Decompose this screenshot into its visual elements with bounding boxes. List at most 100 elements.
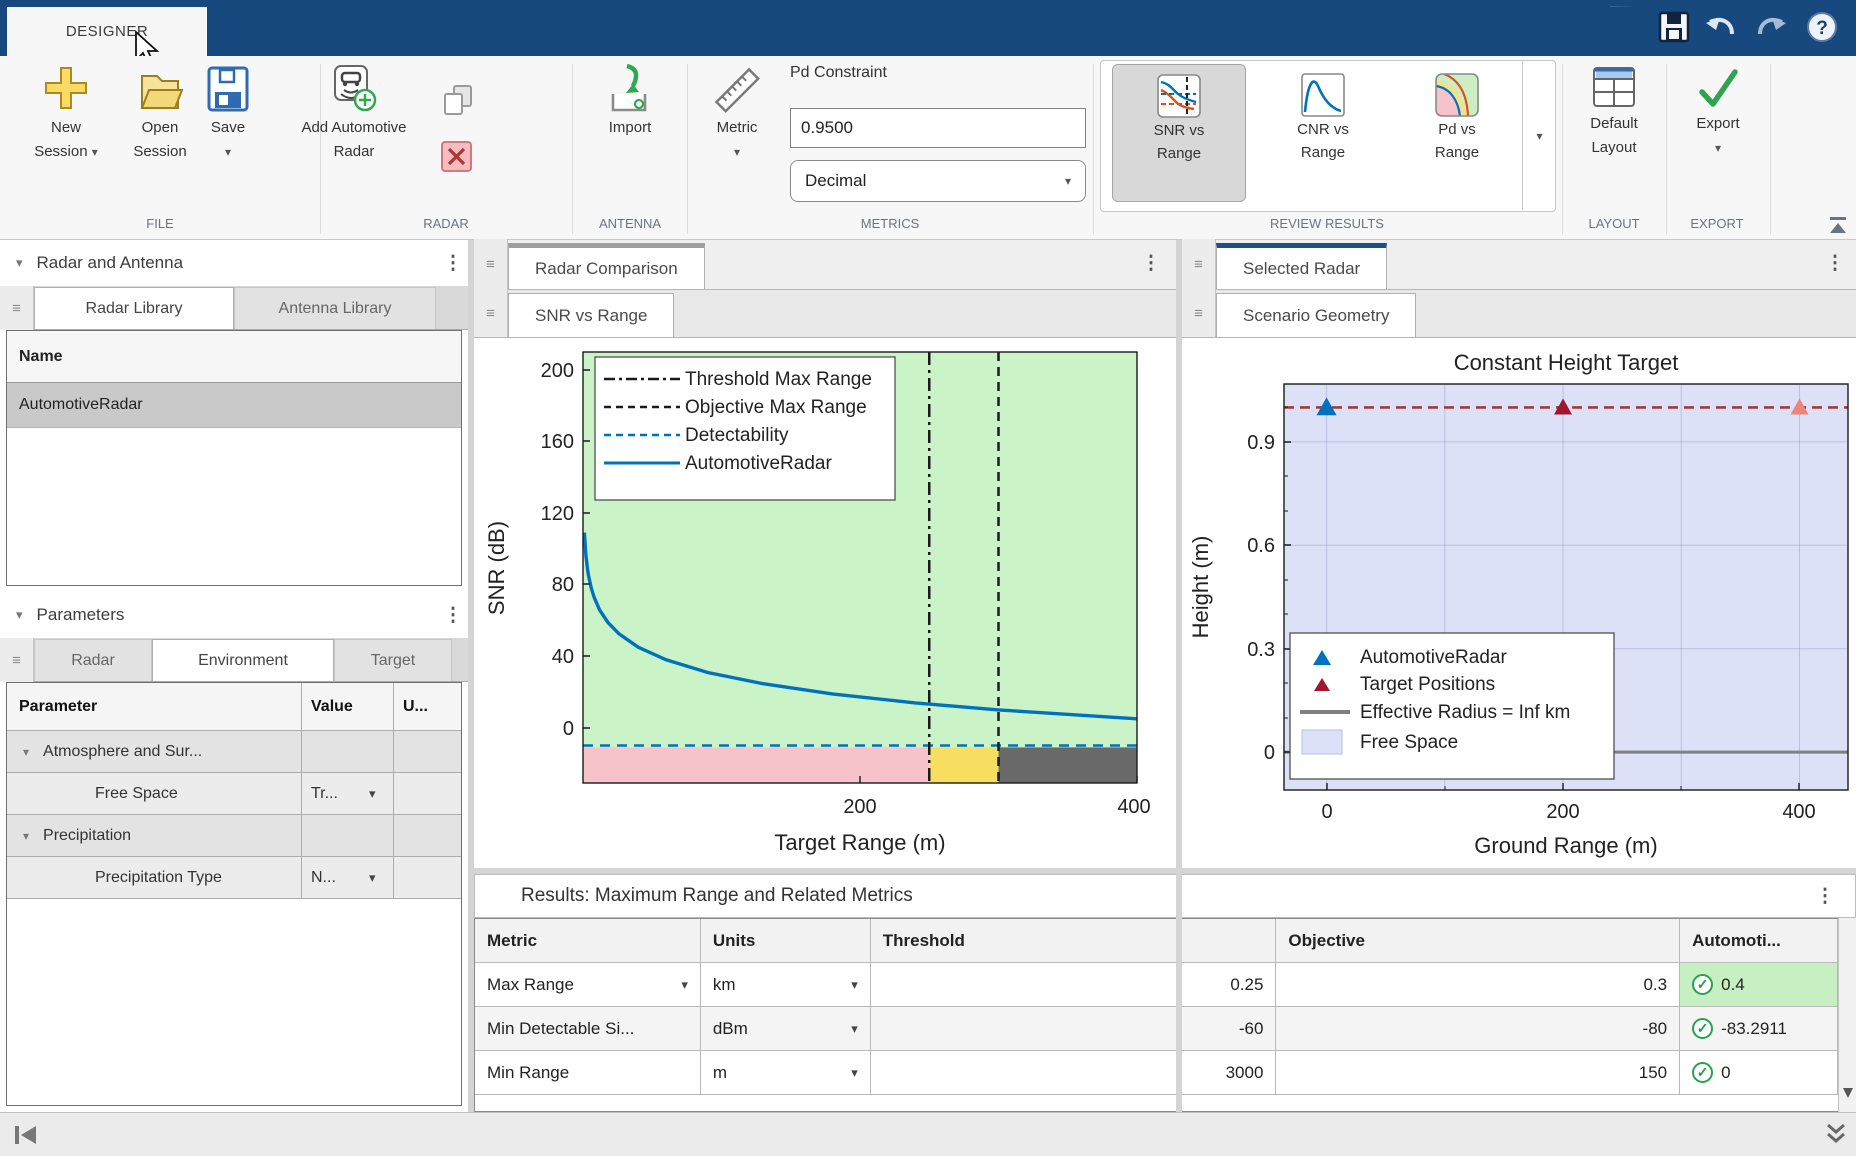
drag-grip-icon[interactable]: ≡	[474, 239, 508, 289]
results-row-max-range[interactable]: Max Range▾km▾0.250.3✓0.4	[475, 963, 1838, 1007]
ytick: 0.3	[1247, 639, 1275, 661]
tab-environment[interactable]: Environment	[152, 639, 334, 681]
quick-save-icon[interactable]	[1660, 13, 1688, 41]
drag-grip-icon[interactable]: ≡	[474, 289, 508, 337]
threshold-cell[interactable]: 3000	[871, 1051, 1277, 1094]
horizontal-splitter[interactable]	[474, 868, 1856, 874]
metric-ruler-icon	[712, 64, 762, 116]
collapse-panel-icon[interactable]	[1822, 1119, 1850, 1149]
collapse-ribbon-icon[interactable]	[1826, 214, 1850, 236]
pd-vs-range-button[interactable]: Pd vs Range	[1396, 64, 1518, 202]
metric-button[interactable]: Metric ▾	[697, 64, 777, 164]
cell-dropdown-icon[interactable]: ▾	[851, 1065, 858, 1081]
snr-vs-range-chart[interactable]: 0 40 80 120 160 200 200 400 SNR (dB) Tar…	[474, 338, 1176, 868]
cnr-vs-range-button[interactable]: CNR vs Range	[1256, 64, 1390, 202]
radar-antenna-menu-icon[interactable]: ⋮	[438, 252, 468, 275]
tab-target[interactable]: Target	[334, 639, 452, 681]
drag-grip-icon[interactable]: ≡	[1182, 289, 1216, 337]
drag-grip-icon[interactable]: ≡	[0, 286, 34, 330]
default-layout-label2: Layout	[1591, 139, 1636, 156]
precipitation-type-dropdown-icon[interactable]: ▾	[369, 870, 376, 886]
export-dropdown-icon[interactable]: ▾	[1715, 141, 1721, 155]
scroll-down-icon[interactable]	[1841, 1078, 1855, 1108]
save-button[interactable]: Save ▾	[196, 64, 260, 164]
param-row-precipitation[interactable]: ▾ Precipitation	[7, 815, 461, 857]
param-row-atmosphere[interactable]: ▾ Atmosphere and Sur...	[7, 731, 461, 773]
panel-menu-icon[interactable]: ⋮	[1820, 252, 1850, 275]
metric-cell[interactable]: Min Range	[475, 1051, 701, 1094]
cell-dropdown-icon[interactable]: ▾	[851, 1021, 858, 1037]
param-row-precipitation-type[interactable]: Precipitation Type N... ▾	[7, 857, 461, 899]
geometry-xlabel: Ground Range (m)	[1474, 833, 1657, 858]
tab-scenario-geometry[interactable]: Scenario Geometry	[1216, 293, 1416, 337]
undo-icon[interactable]	[1706, 18, 1732, 34]
import-button[interactable]: Import	[582, 64, 678, 140]
objective-cell[interactable]: -80	[1276, 1007, 1680, 1050]
format-select[interactable]: Decimal ▾	[790, 160, 1086, 202]
new-session-dropdown-icon[interactable]: ▾	[92, 145, 98, 159]
snr-legend: Threshold Max Range Objective Max Range …	[595, 357, 895, 500]
list-item-automotive-radar[interactable]: AutomotiveRadar	[7, 383, 461, 428]
xtick: 400	[1117, 796, 1150, 818]
collapse-icon[interactable]: ▾	[16, 607, 23, 623]
scenario-geometry-chart[interactable]: Constant Height Target 0 0.3 0.6 0.9 0 2…	[1182, 338, 1856, 868]
tab-designer[interactable]: DESIGNER	[7, 7, 207, 56]
automotive-radar-icon	[329, 64, 379, 116]
import-icon	[605, 64, 655, 116]
pd-constraint-input[interactable]	[790, 108, 1086, 148]
group-collapse-icon[interactable]: ▾	[23, 829, 29, 843]
cell-dropdown-icon[interactable]: ▾	[681, 977, 688, 993]
new-session-label2: Session	[34, 143, 87, 160]
cell-dropdown-icon[interactable]: ▾	[851, 977, 858, 993]
snr-button-label2: Range	[1157, 145, 1201, 162]
units-cell[interactable]: m▾	[701, 1051, 871, 1094]
tab-radar[interactable]: Radar	[34, 639, 152, 681]
delete-radar-icon[interactable]	[440, 140, 474, 174]
units-cell[interactable]: km▾	[701, 963, 871, 1006]
snr-vs-range-button[interactable]: SNR vs Range	[1112, 64, 1246, 202]
metric-cell[interactable]: Min Detectable Si...	[475, 1007, 701, 1050]
free-space-dropdown-icon[interactable]: ▾	[369, 786, 376, 802]
results-scrollbar[interactable]	[1838, 918, 1856, 1112]
objective-cell[interactable]: 0.3	[1276, 963, 1680, 1006]
tab-selected-radar[interactable]: Selected Radar	[1216, 243, 1387, 289]
copy-radar-icon[interactable]	[440, 82, 476, 120]
add-automotive-radar-button[interactable]: Add Automotive Radar	[284, 64, 424, 164]
units-cell[interactable]: dBm▾	[701, 1007, 871, 1050]
new-session-button[interactable]: New Session ▾	[18, 64, 114, 164]
results-menu-icon[interactable]: ⋮	[1810, 885, 1840, 908]
drag-grip-icon[interactable]: ≡	[0, 638, 34, 682]
drag-grip-icon[interactable]: ≡	[1182, 239, 1216, 289]
vertical-splitter[interactable]	[1176, 240, 1182, 1112]
vertical-splitter[interactable]	[468, 240, 474, 1112]
metric-dropdown-icon[interactable]: ▾	[734, 145, 740, 159]
redo-icon[interactable]	[1760, 18, 1786, 34]
parameters-menu-icon[interactable]: ⋮	[438, 604, 468, 627]
tab-radar-library[interactable]: Radar Library	[34, 287, 234, 329]
threshold-cell[interactable]: -60	[871, 1007, 1277, 1050]
gallery-dropdown[interactable]: ▾	[1522, 61, 1556, 210]
results-col-metric: Metric	[475, 919, 701, 962]
collapse-icon[interactable]: ▾	[16, 255, 23, 271]
objective-cell[interactable]: 150	[1276, 1051, 1680, 1094]
go-to-start-icon[interactable]	[12, 1123, 40, 1147]
default-layout-button[interactable]: Default Layout	[1566, 64, 1662, 160]
free-space-value[interactable]: Tr...	[311, 785, 338, 803]
param-row-free-space[interactable]: Free Space Tr... ▾	[7, 773, 461, 815]
save-dropdown-icon[interactable]: ▾	[225, 145, 231, 159]
results-row-min-detectable-si---[interactable]: Min Detectable Si...dBm▾-60-80✓-83.2911	[475, 1007, 1838, 1051]
tab-antenna-library[interactable]: Antenna Library	[234, 287, 436, 329]
help-icon[interactable]: ?	[1808, 13, 1836, 41]
export-button[interactable]: Export ▾	[1672, 64, 1764, 160]
results-row-min-range[interactable]: Min Rangem▾3000150✓0	[475, 1051, 1838, 1095]
tab-radar-comparison[interactable]: Radar Comparison	[508, 243, 705, 289]
metric-cell[interactable]: Max Range▾	[475, 963, 701, 1006]
snr-xlabel: Target Range (m)	[774, 830, 945, 855]
open-session-button[interactable]: Open Session	[112, 64, 208, 164]
precipitation-type-value[interactable]: N...	[311, 869, 336, 887]
threshold-cell[interactable]: 0.25	[871, 963, 1277, 1006]
doc-tab-bar: ≡ SNR vs Range	[474, 290, 1176, 338]
tab-snr-vs-range[interactable]: SNR vs Range	[508, 293, 674, 337]
group-collapse-icon[interactable]: ▾	[23, 745, 29, 759]
panel-menu-icon[interactable]: ⋮	[1136, 252, 1166, 275]
